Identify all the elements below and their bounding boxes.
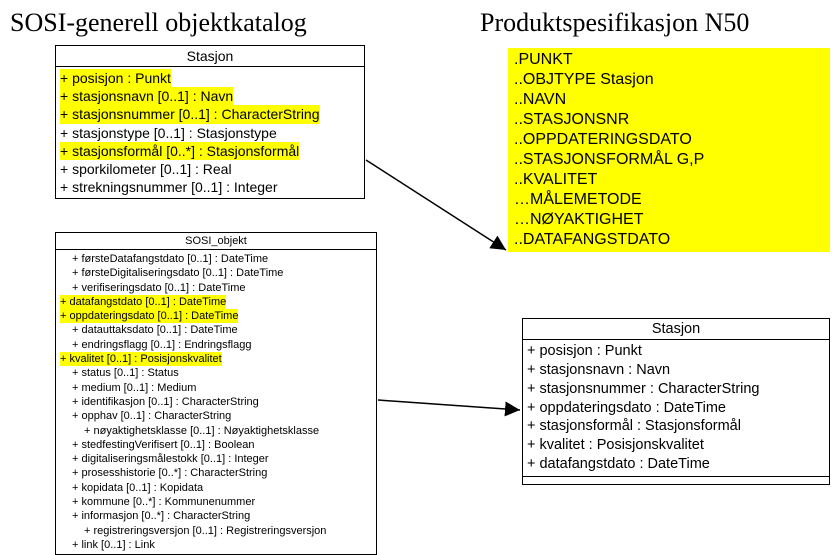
uml-class-stasjon-target: Stasjon + posisjon : Punkt+ stasjonsnavn… (522, 318, 830, 485)
uml-attribute: + endringsflagg [0..1] : Endringsflagg (56, 338, 376, 352)
uml-attribute: + medium [0..1] : Medium (56, 381, 376, 395)
uml-attribute: + datafangstdato : DateTime (523, 455, 829, 474)
uml-attribute: + stasjonstype [0..1] : Stasjonstype (56, 124, 364, 142)
uml-attribute: + stasjonsnavn : Navn (523, 361, 829, 380)
spec-line: ..STASJONSNR (508, 110, 830, 130)
uml-attribute: + stasjonsnummer : CharacterString (523, 380, 829, 399)
uml-attribute: + registreringsversjon [0..1] : Registre… (56, 524, 376, 538)
uml-attribute: + stasjonsnavn [0..1] : Navn (56, 87, 364, 105)
uml-attribute: + datafangstdato [0..1] : DateTime (56, 295, 376, 309)
uml-class-sosi-objekt: SOSI_objekt + førsteDatafangstdato [0..1… (55, 232, 377, 555)
uml-attribute: + stedfestingVerifisert [0..1] : Boolean (56, 438, 376, 452)
uml-attribute: + posisjon : Punkt (523, 342, 829, 361)
uml-attribute: + førsteDatafangstdato [0..1] : DateTime (56, 252, 376, 266)
spec-line: ..OBJTYPE Stasjon (508, 70, 830, 90)
uml-attribute: + kvalitet : Posisjonskvalitet (523, 436, 829, 455)
uml-class-title: Stasjon (523, 319, 829, 340)
uml-attribute: + stasjonsformål : Stasjonsformål (523, 417, 829, 436)
uml-attribute: + link [0..1] : Link (56, 538, 376, 552)
uml-class-bottom (523, 476, 829, 484)
uml-class-title: Stasjon (56, 46, 364, 67)
uml-attribute: + kvalitet [0..1] : Posisjonskvalitet (56, 352, 376, 366)
title-left: SOSI-generell objektkatalog (10, 8, 307, 38)
uml-attribute: + kopidata [0..1] : Kopidata (56, 481, 376, 495)
product-spec-lines: .PUNKT..OBJTYPE Stasjon..NAVN..STASJONSN… (508, 48, 830, 252)
uml-attribute: + digitaliseringsmålestokk [0..1] : Inte… (56, 452, 376, 466)
uml-attribute: + kommune [0..*] : Kommunenummer (56, 495, 376, 509)
uml-attribute: + verifiseringsdato [0..1] : DateTime (56, 281, 376, 295)
uml-attribute: + datauttaksdato [0..1] : DateTime (56, 323, 376, 337)
uml-attribute: + posisjon : Punkt (56, 69, 364, 87)
uml-class-attrs: + posisjon : Punkt+ stasjonsnavn : Navn+… (523, 340, 829, 476)
uml-class-attrs: + førsteDatafangstdato [0..1] : DateTime… (56, 250, 376, 554)
uml-attribute: + oppdateringsdato : DateTime (523, 399, 829, 418)
uml-attribute: + stasjonsformål [0..*] : Stasjonsformål (56, 142, 364, 160)
spec-line: …NØYAKTIGHET (508, 210, 830, 230)
title-right: Produktspesifikasjon N50 (480, 8, 749, 38)
uml-attribute: + nøyaktighetsklasse [0..1] : Nøyaktighe… (56, 424, 376, 438)
arrow-stasjon-to-spec (366, 160, 506, 250)
uml-attribute: + prosesshistorie [0..*] : CharacterStri… (56, 466, 376, 480)
spec-line: ..OPPDATERINGSDATO (508, 130, 830, 150)
spec-line: ..NAVN (508, 90, 830, 110)
uml-attribute: + informasjon [0..*] : CharacterString (56, 509, 376, 523)
uml-attribute: + førsteDigitaliseringsdato [0..1] : Dat… (56, 266, 376, 280)
uml-attribute: + identifikasjon [0..1] : CharacterStrin… (56, 395, 376, 409)
uml-attribute: + status [0..1] : Status (56, 366, 376, 380)
uml-attribute: + oppdateringsdato [0..1] : DateTime (56, 309, 376, 323)
arrow-sosi-to-stasjon (378, 400, 520, 410)
spec-line: .PUNKT (508, 50, 830, 70)
uml-attribute: + strekningsnummer [0..1] : Integer (56, 178, 364, 196)
uml-attribute: + opphav [0..1] : CharacterString (56, 409, 376, 423)
uml-attribute: + sporkilometer [0..1] : Real (56, 160, 364, 178)
uml-class-attrs: + posisjon : Punkt+ stasjonsnavn [0..1] … (56, 67, 364, 198)
uml-class-stasjon-source: Stasjon + posisjon : Punkt+ stasjonsnavn… (55, 45, 365, 199)
spec-line: ..KVALITET (508, 170, 830, 190)
uml-attribute: + stasjonsnummer [0..1] : CharacterStrin… (56, 105, 364, 123)
uml-class-title: SOSI_objekt (56, 233, 376, 250)
spec-line: ..STASJONSFORMÅL G,P (508, 150, 830, 170)
spec-line: ..DATAFANGSTDATO (508, 230, 830, 250)
spec-line: …MÅLEMETODE (508, 190, 830, 210)
